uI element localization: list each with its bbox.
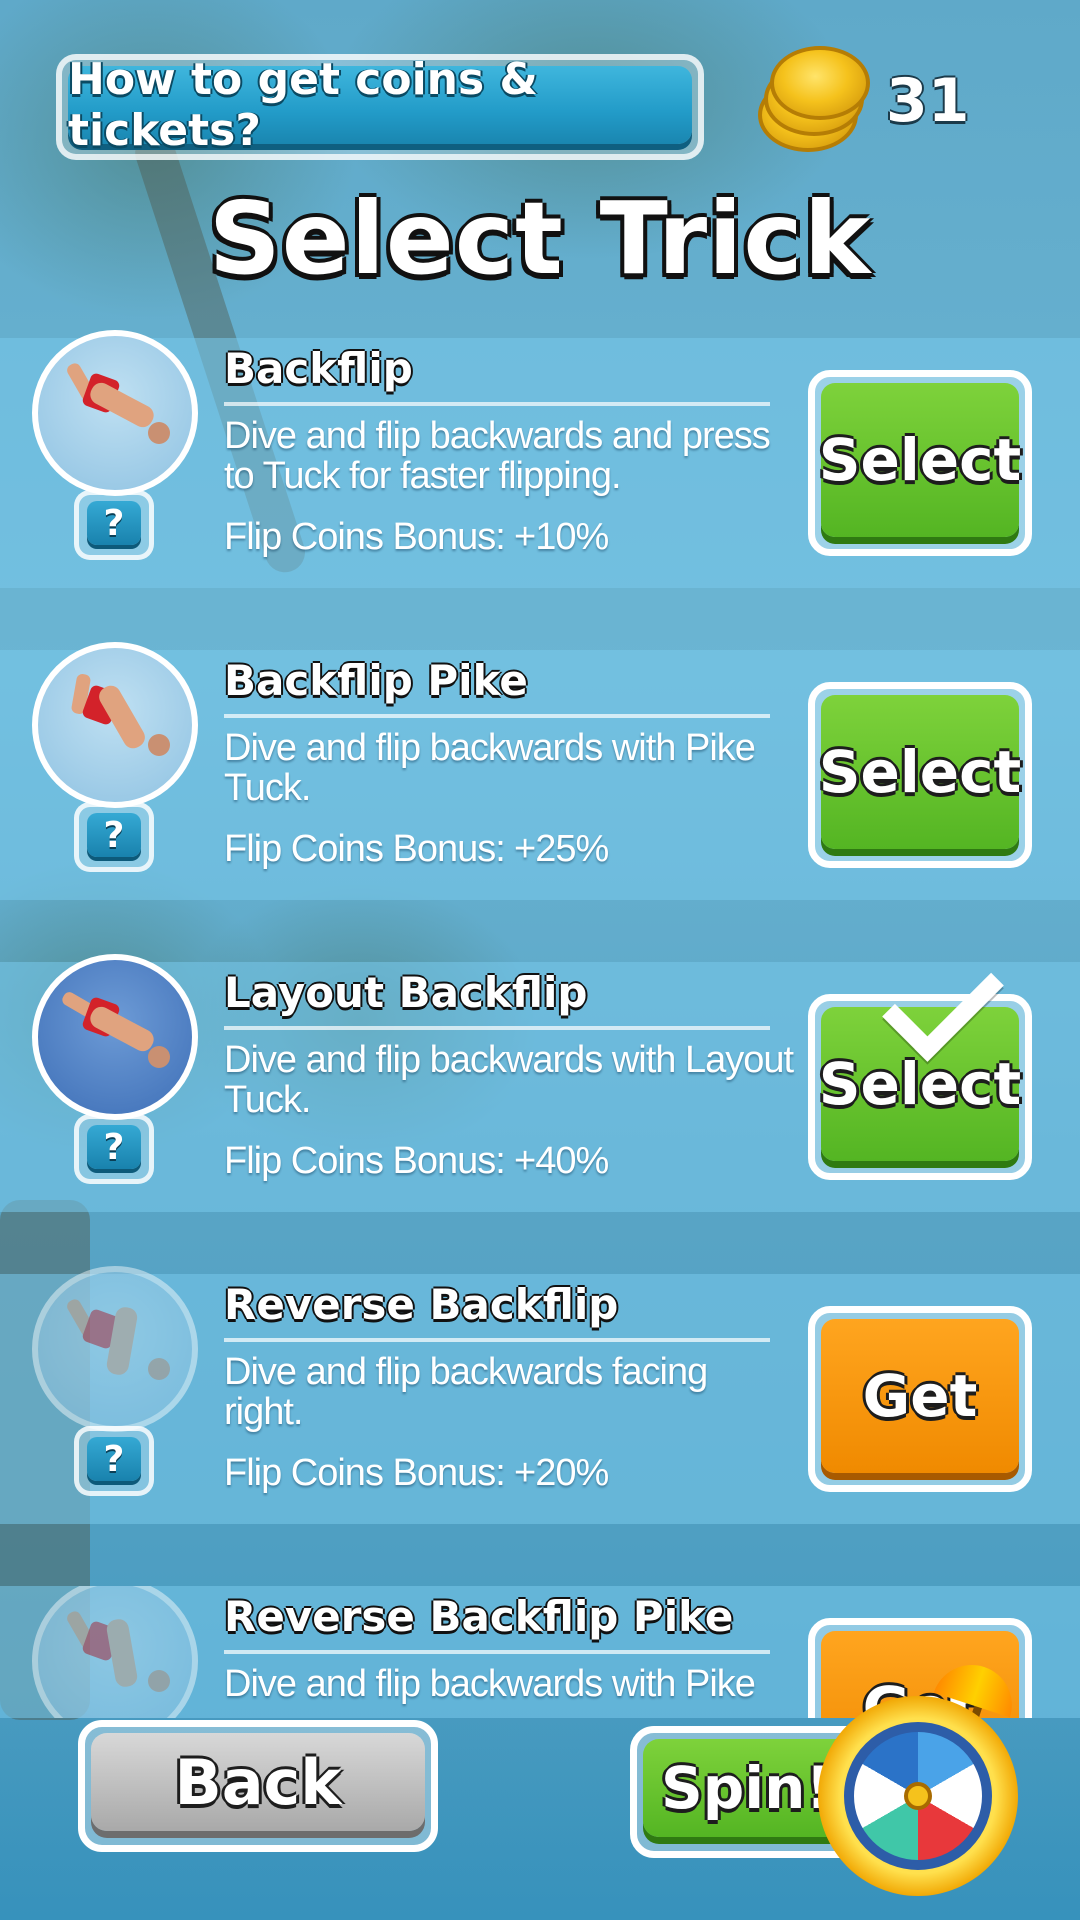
- question-icon: ?: [87, 501, 141, 545]
- select-trick-button[interactable]: Select: [808, 940, 1032, 1180]
- select-button-label: Select: [819, 695, 1021, 849]
- trick-thumbnail: [32, 1586, 198, 1718]
- bonus-label: Flip Coins Bonus:: [224, 828, 506, 870]
- trick-row: ? Layout Backflip Dive and flip backward…: [0, 940, 1080, 1212]
- divider: [224, 402, 770, 406]
- select-trick-button[interactable]: Select: [808, 682, 1032, 868]
- bonus-value: +20%: [514, 1452, 609, 1494]
- trick-name: Backflip Pike: [224, 656, 528, 705]
- divider: [224, 1026, 770, 1030]
- bonus-value: +10%: [514, 516, 609, 558]
- divider: [224, 1338, 770, 1342]
- trick-name: Reverse Backflip Pike: [224, 1592, 734, 1641]
- trick-help-button[interactable]: ?: [74, 1114, 154, 1184]
- trick-name: Layout Backflip: [224, 968, 588, 1017]
- trick-help-button[interactable]: ?: [74, 1426, 154, 1496]
- trick-description: Dive and flip backwards with Pike: [224, 1663, 756, 1705]
- get-trick-button[interactable]: Get: [808, 1306, 1032, 1492]
- bonus-label: Flip Coins Bonus:: [224, 1452, 506, 1494]
- get-button-label: Get: [821, 1319, 1019, 1473]
- question-icon: ?: [87, 813, 141, 857]
- how-to-get-coins-button[interactable]: How to get coins & tickets?: [56, 54, 704, 160]
- select-trick-button[interactable]: Select: [808, 370, 1032, 556]
- trick-row: ? Backflip Pike Dive and flip backwards …: [0, 642, 1080, 900]
- trick-name: Reverse Backflip: [224, 1280, 619, 1329]
- prize-wheel-icon[interactable]: [818, 1654, 1034, 1896]
- trick-thumbnail: [32, 642, 198, 808]
- trick-row: ? Backflip Dive and flip backwards and p…: [0, 330, 1080, 588]
- divider: [224, 1650, 770, 1654]
- divider: [224, 714, 770, 718]
- trick-thumbnail: [32, 954, 198, 1120]
- trick-thumbnail: [32, 1266, 198, 1432]
- coin-count: 31: [886, 66, 970, 136]
- bonus-label: Flip Coins Bonus:: [224, 516, 506, 558]
- back-button[interactable]: Back: [78, 1720, 438, 1852]
- question-icon: ?: [87, 1437, 141, 1481]
- how-to-get-coins-label: How to get coins & tickets?: [68, 54, 692, 156]
- trick-help-button[interactable]: ?: [74, 802, 154, 872]
- bonus-label: Flip Coins Bonus:: [224, 1140, 506, 1182]
- trick-name: Backflip: [224, 344, 413, 393]
- page-title: Select Trick: [208, 180, 872, 297]
- trick-description: Dive and flip backwards and press to Tuc…: [224, 415, 771, 497]
- trick-description: Dive and flip backwards with Layout Tuck…: [224, 1039, 794, 1121]
- bonus-value: +40%: [514, 1140, 609, 1182]
- trick-thumbnail: [32, 330, 198, 496]
- bonus-value: +25%: [514, 828, 609, 870]
- question-icon: ?: [87, 1125, 141, 1169]
- coin-stack-icon: [752, 46, 870, 156]
- back-button-label: Back: [91, 1733, 425, 1831]
- select-button-label: Select: [819, 383, 1021, 537]
- trick-description: Dive and flip backwards with Pike Tuck.: [224, 727, 756, 809]
- trick-description: Dive and flip backwards facing right.: [224, 1351, 708, 1433]
- trick-row: ? Reverse Backflip Dive and flip backwar…: [0, 1266, 1080, 1524]
- trick-help-button[interactable]: ?: [74, 490, 154, 560]
